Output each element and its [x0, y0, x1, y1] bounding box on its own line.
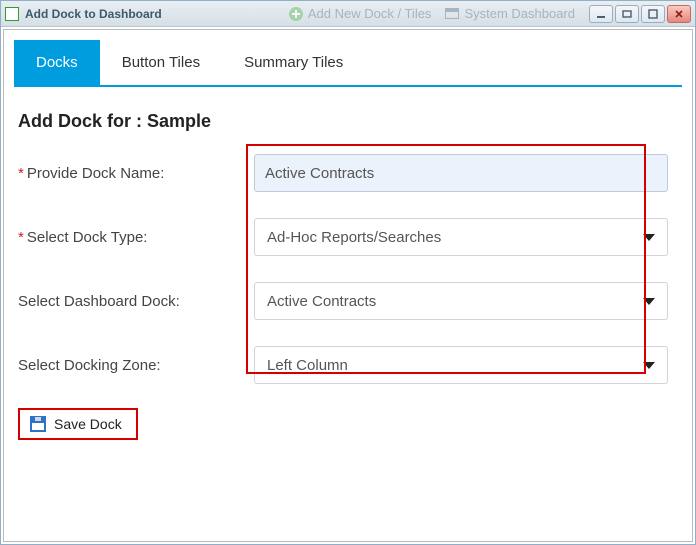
- tab-docks[interactable]: Docks: [14, 40, 100, 85]
- form: *Provide Dock Name: *Select Dock Type: A…: [14, 154, 682, 384]
- app-icon: [5, 7, 19, 21]
- window-controls: [589, 5, 691, 23]
- label-dashboard-dock: Select Dashboard Dock:: [14, 293, 244, 310]
- maximize-button[interactable]: [641, 5, 665, 23]
- dashboard-icon: [445, 8, 459, 19]
- add-new-dock-link[interactable]: Add New Dock / Tiles: [289, 6, 432, 21]
- highlight-box-save: Save Dock: [18, 408, 138, 440]
- form-heading: Add Dock for : Sample: [18, 111, 682, 132]
- dock-name-input[interactable]: [254, 154, 668, 192]
- close-button[interactable]: [667, 5, 691, 23]
- label-dock-type: *Select Dock Type:: [14, 229, 244, 246]
- required-marker: *: [18, 165, 24, 182]
- chevron-down-icon: [643, 234, 655, 241]
- label-dock-name: *Provide Dock Name:: [14, 165, 244, 182]
- titlebar: Add Dock to Dashboard Add New Dock / Til…: [1, 1, 695, 27]
- tabs: Docks Button Tiles Summary Tiles: [14, 40, 682, 87]
- dock-type-select[interactable]: Ad-Hoc Reports/Searches: [254, 218, 668, 256]
- docking-zone-value: Left Column: [267, 357, 348, 374]
- save-dock-label: Save Dock: [54, 416, 122, 432]
- minimize-button[interactable]: [589, 5, 613, 23]
- dashboard-dock-select[interactable]: Active Contracts: [254, 282, 668, 320]
- content: Docks Button Tiles Summary Tiles Add Doc…: [3, 29, 693, 542]
- header-links: Add New Dock / Tiles System Dashboard: [289, 6, 581, 21]
- required-marker: *: [18, 229, 24, 246]
- dashboard-dock-value: Active Contracts: [267, 293, 376, 310]
- dock-type-value: Ad-Hoc Reports/Searches: [267, 229, 441, 246]
- window-title: Add Dock to Dashboard: [25, 7, 162, 21]
- save-dock-button[interactable]: Save Dock: [24, 412, 128, 436]
- restore-button[interactable]: [615, 5, 639, 23]
- system-dashboard-link[interactable]: System Dashboard: [445, 6, 575, 21]
- add-new-dock-label: Add New Dock / Tiles: [308, 6, 432, 21]
- tab-summary-tiles[interactable]: Summary Tiles: [222, 40, 365, 85]
- chevron-down-icon: [643, 298, 655, 305]
- label-docking-zone: Select Docking Zone:: [14, 357, 244, 374]
- system-dashboard-label: System Dashboard: [464, 6, 575, 21]
- save-icon: [30, 416, 46, 432]
- tab-button-tiles[interactable]: Button Tiles: [100, 40, 222, 85]
- plus-icon: [289, 7, 303, 21]
- dialog-window: Add Dock to Dashboard Add New Dock / Til…: [0, 0, 696, 545]
- docking-zone-select[interactable]: Left Column: [254, 346, 668, 384]
- chevron-down-icon: [643, 362, 655, 369]
